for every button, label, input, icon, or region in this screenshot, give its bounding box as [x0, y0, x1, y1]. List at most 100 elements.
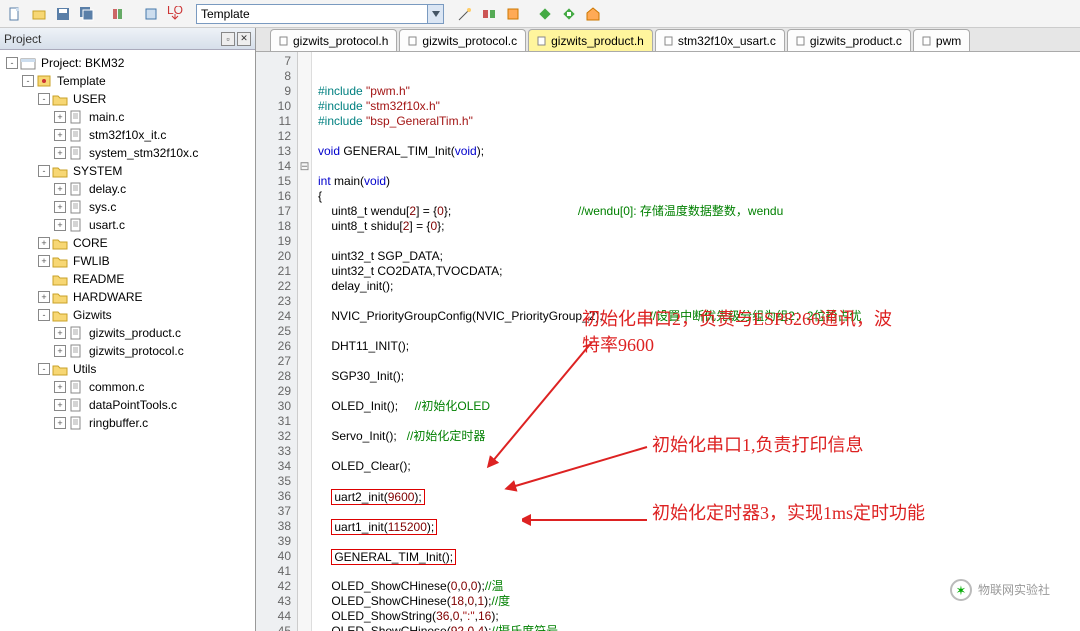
tree-twisty[interactable]: +	[54, 399, 66, 411]
code-line[interactable]: OLED_ShowString(36,0,":",16);	[318, 609, 1080, 624]
tree-label: USER	[71, 92, 108, 106]
tree-item[interactable]: -Gizwits	[2, 306, 253, 324]
options-icon[interactable]	[478, 3, 500, 25]
editor-tab[interactable]: stm32f10x_usart.c	[655, 29, 785, 51]
tree-item[interactable]: +system_stm32f10x.c	[2, 144, 253, 162]
sidebar-close-button[interactable]: ✕	[237, 32, 251, 46]
editor-tab[interactable]: gizwits_product.h	[528, 29, 653, 51]
tree-twisty[interactable]: +	[54, 183, 66, 195]
tree-item[interactable]: README	[2, 270, 253, 288]
code-line[interactable]: #include "stm32f10x.h"	[318, 99, 1080, 114]
open-icon[interactable]	[28, 3, 50, 25]
main-toolbar: LOAD	[0, 0, 1080, 28]
code-area[interactable]: #include "pwm.h"#include "stm32f10x.h"#i…	[312, 52, 1080, 631]
tree-item[interactable]: -SYSTEM	[2, 162, 253, 180]
tree-item[interactable]: +FWLIB	[2, 252, 253, 270]
tree-twisty[interactable]: +	[54, 219, 66, 231]
tree-twisty[interactable]: -	[6, 57, 18, 69]
tree-twisty[interactable]: -	[22, 75, 34, 87]
tree-item[interactable]: +common.c	[2, 378, 253, 396]
code-line[interactable]	[318, 129, 1080, 144]
code-line[interactable]: OLED_Clear();	[318, 459, 1080, 474]
books-icon[interactable]	[108, 3, 130, 25]
tree-item[interactable]: - USER	[2, 90, 253, 108]
load-icon[interactable]: LOAD	[164, 3, 186, 25]
editor-tab[interactable]: gizwits_product.c	[787, 29, 911, 51]
code-line[interactable]	[318, 534, 1080, 549]
target-combo[interactable]	[196, 4, 444, 24]
tree-label: gizwits_protocol.c	[87, 344, 186, 358]
tree-twisty[interactable]: -	[38, 93, 50, 105]
editor-tab[interactable]: gizwits_protocol.c	[399, 29, 526, 51]
code-line[interactable]: uint8_t shidu[2] = {0};	[318, 219, 1080, 234]
code-line[interactable]: #include "bsp_GeneralTim.h"	[318, 114, 1080, 129]
tree-twisty[interactable]: -	[38, 309, 50, 321]
code-line[interactable]	[318, 564, 1080, 579]
new-file-icon[interactable]	[4, 3, 26, 25]
tree-twisty[interactable]	[38, 273, 50, 285]
tree-twisty[interactable]: +	[54, 201, 66, 213]
code-line[interactable]: void GENERAL_TIM_Init(void);	[318, 144, 1080, 159]
code-line[interactable]: #include "pwm.h"	[318, 84, 1080, 99]
code-line[interactable]	[318, 474, 1080, 489]
code-line[interactable]: OLED_ShowCHinese(92,0,4);//摄氏度符号	[318, 624, 1080, 631]
tree-twisty[interactable]: +	[54, 381, 66, 393]
tree-twisty[interactable]: -	[38, 363, 50, 375]
target-combo-input[interactable]	[197, 7, 427, 21]
tree-item[interactable]: +dataPointTools.c	[2, 396, 253, 414]
editor-tab[interactable]: pwm	[913, 29, 970, 51]
save-all-icon[interactable]	[76, 3, 98, 25]
code-line[interactable]: uint32_t CO2DATA,TVOCDATA;	[318, 264, 1080, 279]
stop-icon[interactable]	[558, 3, 580, 25]
build-icon[interactable]	[140, 3, 162, 25]
code-line[interactable]: delay_init();	[318, 279, 1080, 294]
code-line[interactable]: SGP30_Init();	[318, 369, 1080, 384]
tree-twisty[interactable]: +	[54, 417, 66, 429]
sidebar-dock-button[interactable]: ▫	[221, 32, 235, 46]
tree-item[interactable]: -Template	[2, 72, 253, 90]
tree-twisty[interactable]: +	[54, 129, 66, 141]
tree-item[interactable]: + HARDWARE	[2, 288, 253, 306]
save-icon[interactable]	[52, 3, 74, 25]
debug-icon[interactable]	[534, 3, 556, 25]
tree-twisty[interactable]: +	[38, 237, 50, 249]
tree-twisty[interactable]: +	[54, 345, 66, 357]
tree-item[interactable]: +CORE	[2, 234, 253, 252]
tree-twisty[interactable]: +	[54, 111, 66, 123]
tree-item[interactable]: +delay.c	[2, 180, 253, 198]
code-line[interactable]	[318, 159, 1080, 174]
code-line[interactable]: uint32_t SGP_DATA;	[318, 249, 1080, 264]
manage-icon[interactable]	[502, 3, 524, 25]
code-line[interactable]	[318, 414, 1080, 429]
combo-dropdown-icon[interactable]	[427, 5, 443, 23]
tree-twisty[interactable]: +	[38, 255, 50, 267]
tree-item[interactable]: +ringbuffer.c	[2, 414, 253, 432]
tree-twisty[interactable]: +	[54, 147, 66, 159]
tree-label: HARDWARE	[71, 290, 145, 304]
file-icon	[68, 344, 84, 358]
tree-item[interactable]: + gizwits_protocol.c	[2, 342, 253, 360]
tree-item[interactable]: +stm32f10x_it.c	[2, 126, 253, 144]
project-tree[interactable]: -Project: BKM32-Template-USER+main.c+stm…	[0, 50, 255, 610]
code-line[interactable]: OLED_Init(); //初始化OLED	[318, 399, 1080, 414]
tree-item[interactable]: +sys.c	[2, 198, 253, 216]
tree-item[interactable]: +usart.c	[2, 216, 253, 234]
editor-tab[interactable]: gizwits_protocol.h	[270, 29, 397, 51]
tree-twisty[interactable]: -	[38, 165, 50, 177]
home-icon[interactable]	[582, 3, 604, 25]
code-line[interactable]	[318, 384, 1080, 399]
file-icon	[68, 380, 84, 394]
annotation-uart1: 初始化串口1,负责打印信息	[652, 432, 864, 458]
code-line[interactable]: {	[318, 189, 1080, 204]
tree-item[interactable]: +gizwits_product.c	[2, 324, 253, 342]
code-line[interactable]: uint8_t wendu[2] = {0}; //wendu[0]: 存储温度…	[318, 204, 1080, 219]
tree-twisty[interactable]: +	[38, 291, 50, 303]
code-line[interactable]: int main(void)	[318, 174, 1080, 189]
tree-twisty[interactable]: +	[54, 327, 66, 339]
tree-item[interactable]: -Utils	[2, 360, 253, 378]
code-line[interactable]	[318, 234, 1080, 249]
code-line[interactable]: GENERAL_TIM_Init();	[318, 549, 1080, 564]
wand-icon[interactable]	[454, 3, 476, 25]
tree-item[interactable]: +main.c	[2, 108, 253, 126]
tree-item[interactable]: -Project: BKM32	[2, 54, 253, 72]
